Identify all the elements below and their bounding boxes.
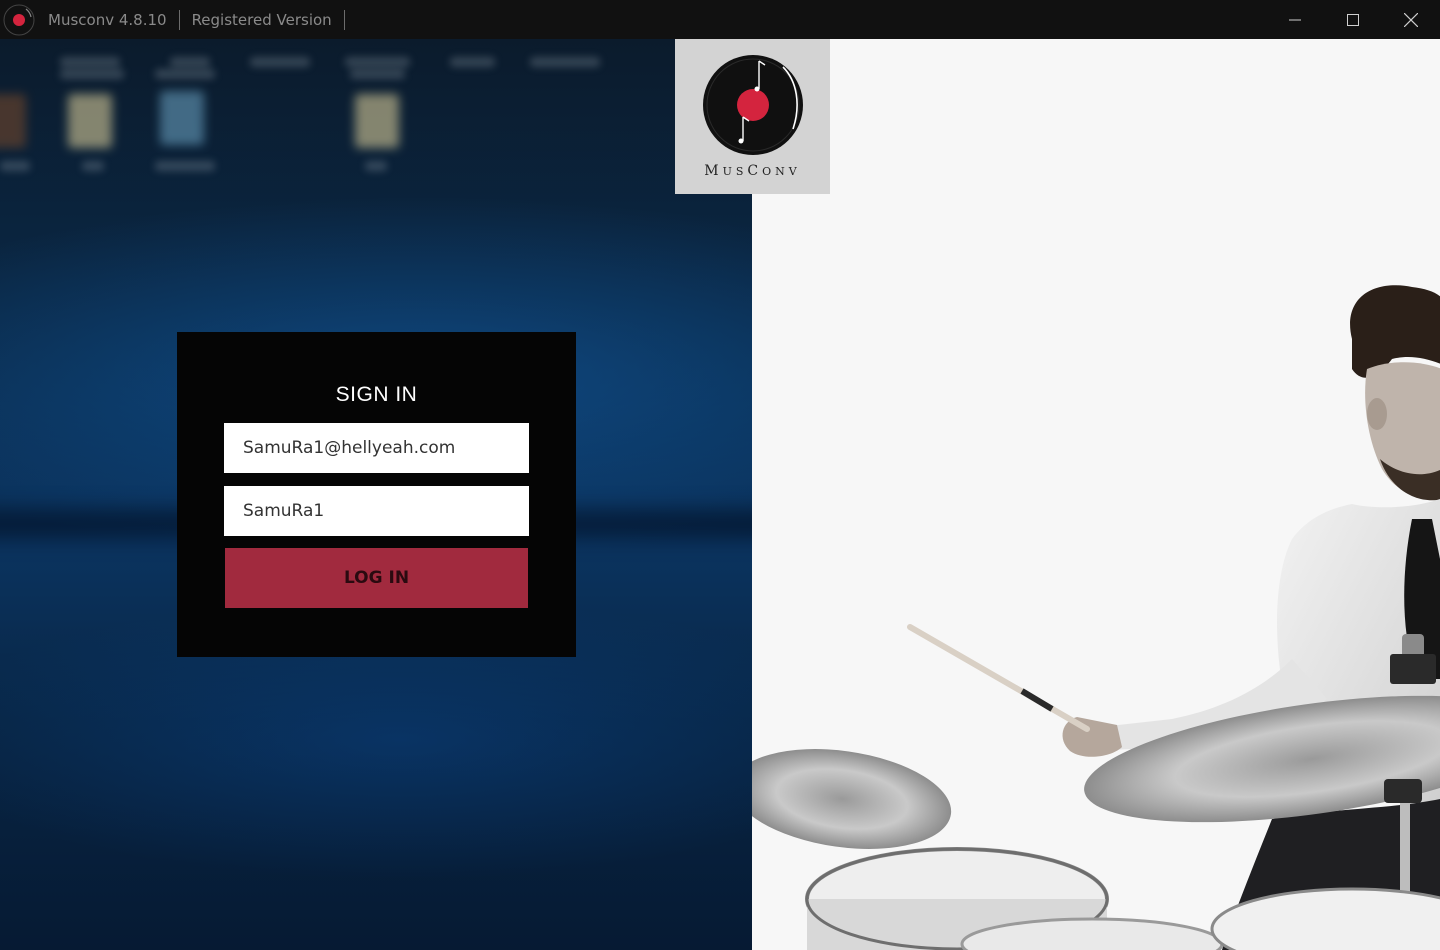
- close-button[interactable]: [1382, 0, 1440, 39]
- app-window: Musconv 4.8.10 Registered Version MUSCON…: [0, 0, 1440, 950]
- maximize-button[interactable]: [1324, 0, 1382, 39]
- logo-wordmark: MUSCONV: [704, 163, 801, 179]
- title-divider: [178, 9, 180, 30]
- title-bar[interactable]: Musconv 4.8.10 Registered Version: [0, 0, 1440, 39]
- maximize-icon: [1347, 13, 1359, 26]
- minimize-icon: [1289, 19, 1301, 20]
- minimize-button[interactable]: [1266, 0, 1324, 39]
- email-field[interactable]: [224, 423, 529, 473]
- desktop-file-icon: [355, 94, 399, 148]
- log-in-button[interactable]: LOG IN: [225, 548, 528, 608]
- close-icon: [1404, 12, 1418, 27]
- vinyl-record-icon: [3, 4, 35, 35]
- app-name: Musconv 4.8.10: [48, 10, 167, 29]
- musconv-logo: MUSCONV: [675, 39, 830, 194]
- desktop-file-icon: [68, 94, 112, 148]
- desktop-app-icon: [160, 91, 204, 145]
- license-status: Registered Version: [191, 10, 332, 29]
- window-controls: [1266, 0, 1440, 39]
- sign-in-title: SIGN IN: [335, 383, 418, 406]
- password-field[interactable]: [224, 486, 529, 536]
- drummer-illustration: [752, 285, 1440, 950]
- drummer-photo: [752, 39, 1440, 950]
- title-divider: [343, 9, 345, 30]
- desktop-shortcut-icon: [0, 94, 26, 148]
- sign-in-panel: SIGN IN LOG IN: [177, 332, 576, 657]
